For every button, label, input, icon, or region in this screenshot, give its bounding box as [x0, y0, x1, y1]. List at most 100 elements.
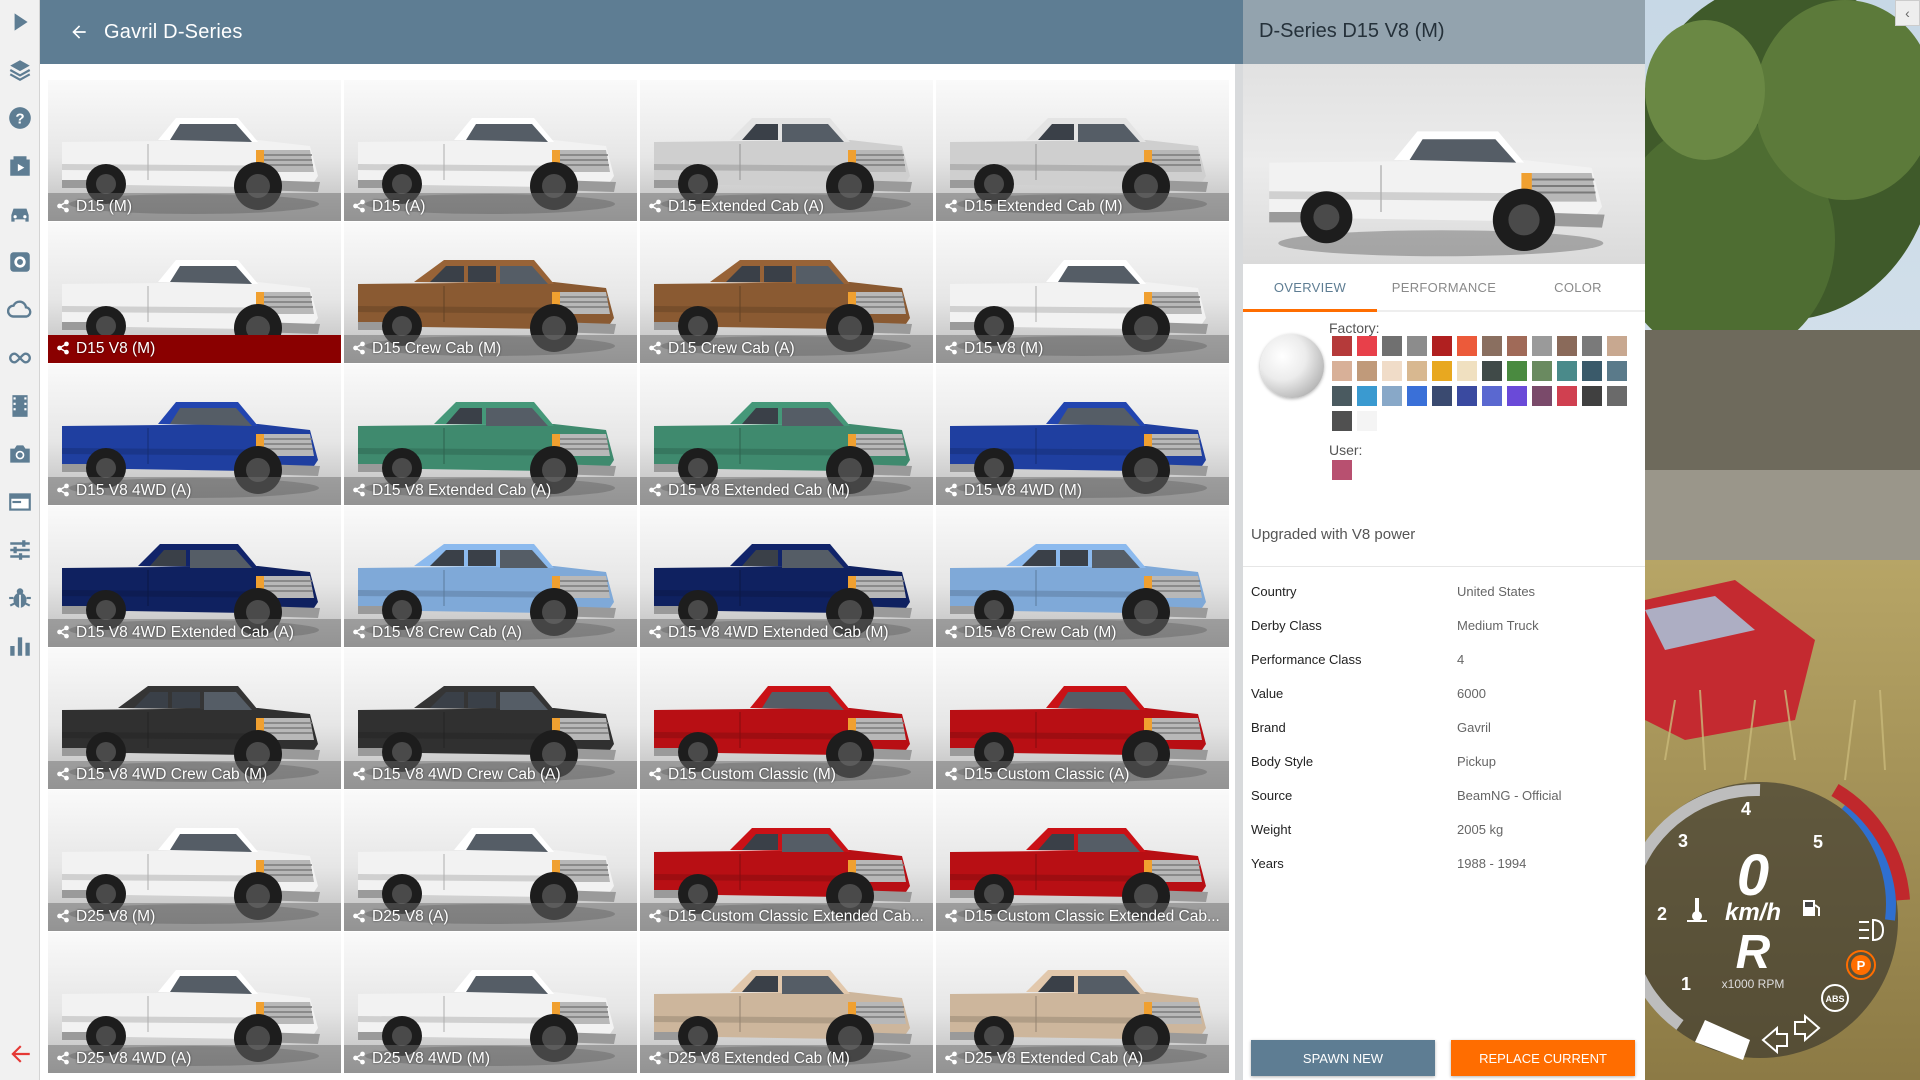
- factory-color-swatch[interactable]: [1607, 336, 1627, 356]
- sidebar-item-infinity[interactable]: [4, 342, 36, 374]
- config-tile[interactable]: D15 V8 4WD (A): [48, 364, 341, 506]
- config-tile[interactable]: D15 (M): [48, 80, 341, 222]
- factory-color-swatch[interactable]: [1357, 386, 1377, 406]
- game-viewport: 1 2 3 4 5 0 km/h R x1000 RPM P ABS: [1645, 0, 1920, 1080]
- factory-color-swatch[interactable]: [1357, 411, 1377, 431]
- config-tile[interactable]: D25 V8 Extended Cab (A): [936, 932, 1229, 1074]
- share-node-icon: [352, 337, 372, 363]
- factory-color-swatch[interactable]: [1357, 361, 1377, 381]
- config-tile[interactable]: D15 Crew Cab (A): [640, 222, 933, 364]
- config-tile[interactable]: D15 (A): [344, 80, 637, 222]
- config-tile[interactable]: D15 Custom Classic (M): [640, 648, 933, 790]
- tab-color[interactable]: COLOR: [1511, 264, 1645, 310]
- sidebar-item-play[interactable]: [4, 6, 36, 38]
- factory-color-swatch[interactable]: [1332, 336, 1352, 356]
- spawn-new-button[interactable]: SPAWN NEW: [1251, 1040, 1435, 1076]
- config-tile[interactable]: D15 V8 Extended Cab (A): [344, 364, 637, 506]
- config-tile[interactable]: D15 V8 4WD Extended Cab (A): [48, 506, 341, 648]
- config-tile[interactable]: D15 V8 Extended Cab (M): [640, 364, 933, 506]
- details-panel: D-Series D15 V8 (M) OVERVIEW PERFORMANCE…: [1243, 0, 1645, 1080]
- sidebar-item-help[interactable]: ?: [4, 102, 36, 134]
- config-tile[interactable]: D15 Custom Classic Extended Cab...: [936, 790, 1229, 932]
- config-tile[interactable]: D15 V8 Crew Cab (M): [936, 506, 1229, 648]
- factory-color-swatch[interactable]: [1507, 336, 1527, 356]
- factory-color-swatch[interactable]: [1382, 386, 1402, 406]
- factory-color-swatch[interactable]: [1457, 361, 1477, 381]
- config-tile[interactable]: D15 Crew Cab (M): [344, 222, 637, 364]
- factory-color-swatch[interactable]: [1607, 386, 1627, 406]
- factory-color-swatch[interactable]: [1532, 386, 1552, 406]
- sidebar-item-camera[interactable]: [4, 438, 36, 470]
- replace-current-button[interactable]: REPLACE CURRENT: [1451, 1040, 1635, 1076]
- config-tile[interactable]: D15 Custom Classic Extended Cab...: [640, 790, 933, 932]
- user-color-swatch[interactable]: [1332, 460, 1352, 480]
- config-name: D15 Custom Classic Extended Cab...: [964, 908, 1220, 925]
- config-tile[interactable]: D15 Custom Classic (A): [936, 648, 1229, 790]
- config-tile[interactable]: D15 Extended Cab (M): [936, 80, 1229, 222]
- factory-color-swatch[interactable]: [1482, 386, 1502, 406]
- factory-color-swatch[interactable]: [1532, 336, 1552, 356]
- config-tile[interactable]: D25 V8 (M): [48, 790, 341, 932]
- sidebar-item-settings-sliders[interactable]: [4, 534, 36, 566]
- config-label: D15 Crew Cab (A): [640, 335, 933, 363]
- factory-color-swatch[interactable]: [1457, 386, 1477, 406]
- back-button[interactable]: [62, 15, 96, 49]
- factory-color-swatch[interactable]: [1557, 336, 1577, 356]
- config-tile[interactable]: D15 V8 4WD Extended Cab (M): [640, 506, 933, 648]
- factory-color-swatch[interactable]: [1557, 361, 1577, 381]
- factory-color-swatch[interactable]: [1607, 361, 1627, 381]
- config-label: D15 V8 (M): [48, 335, 341, 363]
- config-tile[interactable]: D15 Extended Cab (A): [640, 80, 933, 222]
- factory-color-swatch[interactable]: [1507, 386, 1527, 406]
- sidebar-item-window[interactable]: [4, 486, 36, 518]
- parking-brake-icon: P: [1846, 950, 1876, 980]
- collapse-button[interactable]: ‹: [1895, 0, 1920, 26]
- config-tile[interactable]: D15 V8 4WD Crew Cab (A): [344, 648, 637, 790]
- config-tile[interactable]: D25 V8 4WD (M): [344, 932, 637, 1074]
- factory-color-swatch[interactable]: [1482, 361, 1502, 381]
- sidebar-item-film[interactable]: [4, 390, 36, 422]
- config-tile[interactable]: D25 V8 4WD (A): [48, 932, 341, 1074]
- play-icon: [14, 13, 28, 31]
- factory-color-swatch[interactable]: [1432, 386, 1452, 406]
- sidebar-item-vehicles[interactable]: [4, 198, 36, 230]
- exit-button[interactable]: [4, 1038, 36, 1070]
- tab-overview[interactable]: OVERVIEW: [1243, 264, 1377, 310]
- factory-color-swatch[interactable]: [1332, 411, 1352, 431]
- factory-color-swatch[interactable]: [1357, 336, 1377, 356]
- factory-color-swatch[interactable]: [1432, 336, 1452, 356]
- factory-color-swatch[interactable]: [1407, 386, 1427, 406]
- paint-preview-ball[interactable]: [1260, 334, 1324, 398]
- sidebar-item-layers[interactable]: [4, 54, 36, 86]
- config-tile[interactable]: D15 V8 4WD (M): [936, 364, 1229, 506]
- factory-color-swatch[interactable]: [1382, 361, 1402, 381]
- factory-color-swatch[interactable]: [1332, 361, 1352, 381]
- factory-color-swatch[interactable]: [1407, 361, 1427, 381]
- factory-color-swatch[interactable]: [1557, 386, 1577, 406]
- factory-color-swatch[interactable]: [1532, 361, 1552, 381]
- sidebar-item-performance-graph[interactable]: [4, 630, 36, 662]
- factory-color-swatch[interactable]: [1482, 336, 1502, 356]
- config-tile[interactable]: D15 V8 (M): [48, 222, 341, 364]
- sidebar-item-environment[interactable]: [4, 294, 36, 326]
- config-tile[interactable]: D15 V8 (M): [936, 222, 1229, 364]
- factory-color-swatch[interactable]: [1432, 361, 1452, 381]
- config-label: D15 Custom Classic Extended Cab...: [936, 903, 1229, 931]
- factory-color-swatch[interactable]: [1582, 361, 1602, 381]
- config-tile[interactable]: D25 V8 (A): [344, 790, 637, 932]
- factory-color-swatch[interactable]: [1582, 386, 1602, 406]
- factory-color-swatch[interactable]: [1457, 336, 1477, 356]
- factory-color-swatch[interactable]: [1407, 336, 1427, 356]
- sidebar-item-scenarios[interactable]: [4, 150, 36, 182]
- factory-color-swatch[interactable]: [1507, 361, 1527, 381]
- config-tile[interactable]: D15 V8 4WD Crew Cab (M): [48, 648, 341, 790]
- factory-color-swatch[interactable]: [1582, 336, 1602, 356]
- factory-color-swatch[interactable]: [1382, 336, 1402, 356]
- factory-color-swatch[interactable]: [1332, 386, 1352, 406]
- sidebar-item-debug[interactable]: [4, 582, 36, 614]
- tab-performance[interactable]: PERFORMANCE: [1377, 264, 1511, 310]
- config-tile[interactable]: D25 V8 Extended Cab (M): [640, 932, 933, 1074]
- config-tile[interactable]: D15 V8 Crew Cab (A): [344, 506, 637, 648]
- sidebar-item-vehicle-config[interactable]: [4, 246, 36, 278]
- share-node-icon: [648, 763, 668, 789]
